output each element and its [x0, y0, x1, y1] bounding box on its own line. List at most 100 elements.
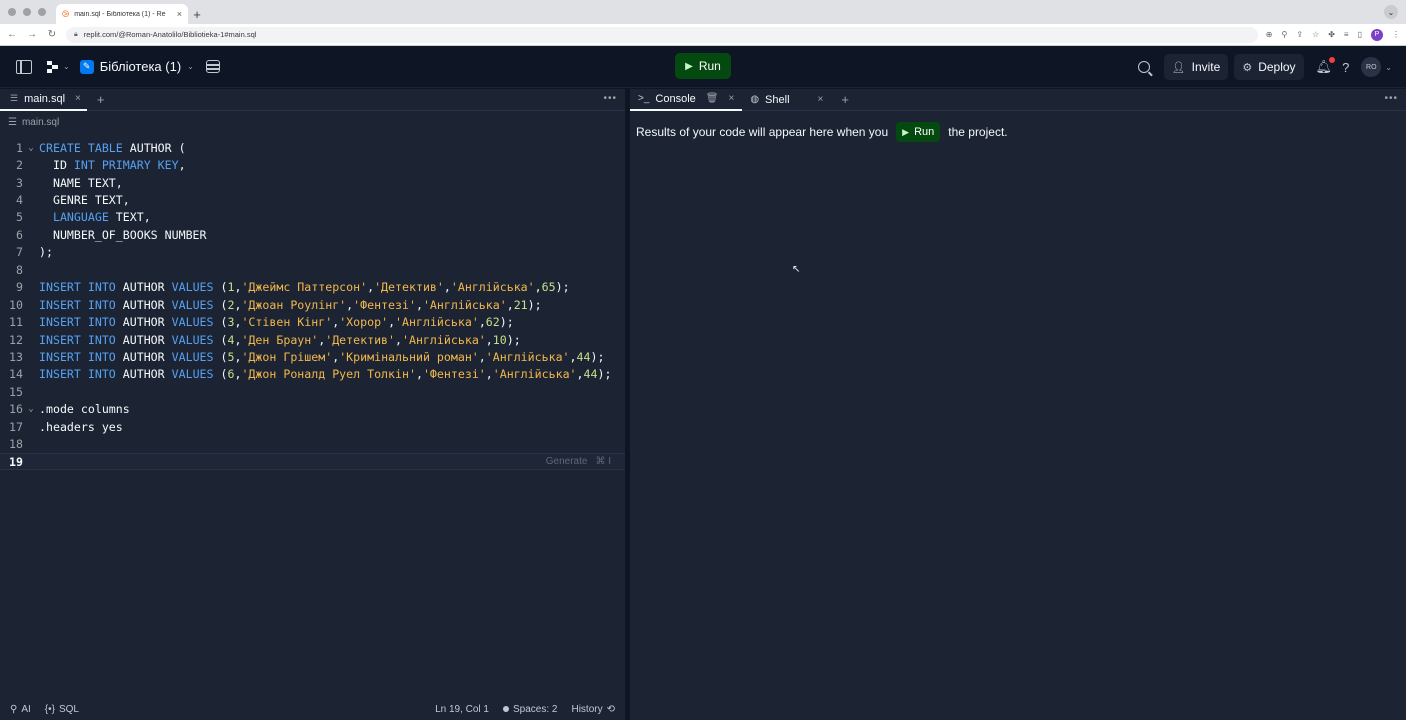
deploy-button[interactable]: ⚙ Deploy [1234, 54, 1304, 80]
console-tab-bar: >_ Console 🗑︎ × ◍ Shell × + ••• [630, 89, 1406, 111]
code-line[interactable]: 17 .headers yes [0, 418, 625, 435]
code-editor[interactable]: 1 ⌄ CREATE TABLE AUTHOR (2 ID INT PRIMARY … [0, 139, 625, 471]
close-tab-icon[interactable]: × [728, 93, 734, 104]
code-line[interactable]: 16 ⌄ .mode columns [0, 401, 625, 418]
code-token: VALUES [171, 297, 214, 312]
project-name-button[interactable]: ✎ Бібліотека (1) ⌄ [79, 59, 194, 74]
ai-button[interactable]: ⚲ AI [10, 704, 31, 715]
line-number: 9 [16, 280, 23, 295]
indent-setting[interactable]: Spaces: 2 [503, 704, 557, 715]
new-tab-button[interactable]: + [188, 4, 206, 24]
breadcrumb: ☰ main.sql [0, 111, 625, 133]
close-tab-icon[interactable]: × [177, 9, 182, 19]
zoom-icon[interactable]: ⚲ [1281, 30, 1287, 39]
forward-icon[interactable]: → [26, 29, 38, 40]
close-window-dot[interactable] [8, 8, 16, 16]
file-icon: ☰ [10, 93, 19, 103]
code-text: INSERT INTO AUTHOR VALUES (5,'Джон Гріше… [39, 350, 604, 364]
code-line[interactable]: 3 NAME TEXT, [0, 174, 625, 191]
code-token: AUTHOR [115, 280, 172, 295]
code-token: 'Детектив' [374, 280, 444, 295]
code-line[interactable]: 13 INSERT INTO AUTHOR VALUES (5,'Джон Грі… [0, 348, 625, 365]
chevron-down-icon: ⌄ [187, 62, 194, 71]
code-line[interactable]: 12 INSERT INTO AUTHOR VALUES (4,'Ден Брау… [0, 331, 625, 348]
close-tab-icon[interactable]: × [818, 94, 824, 105]
browser-tab[interactable]: ⧁ main.sql - Бібліотека (1) - Re × [56, 4, 188, 24]
editor-tab-bar: ☰ main.sql × + ••• [0, 89, 625, 111]
back-icon[interactable]: ← [6, 29, 18, 40]
fold-chevron-icon[interactable]: ⌄ [23, 143, 39, 153]
close-tab-icon[interactable]: × [75, 93, 81, 104]
window-controls [6, 0, 56, 24]
code-token: 'Англійська' [450, 280, 535, 295]
notifications-bell-icon[interactable]: 🔔︎ [1316, 57, 1336, 75]
line-number: 19 [9, 454, 23, 469]
code-line[interactable]: 5 LANGUAGE TEXT, [0, 209, 625, 226]
code-line[interactable]: 19 Generate ⌘ I [0, 452, 625, 471]
generate-hint[interactable]: Generate ⌘ I [546, 456, 611, 467]
code-line[interactable]: 9 INSERT INTO AUTHOR VALUES (1,'Джеймс Па… [0, 279, 625, 296]
share-icon[interactable]: ⇪ [1296, 30, 1303, 39]
code-line[interactable]: 11 INSERT INTO AUTHOR VALUES (3,'Стівен К… [0, 313, 625, 330]
code-token: AUTHOR ( [122, 140, 186, 155]
fold-chevron-icon[interactable]: ⌄ [23, 404, 39, 414]
reload-icon[interactable]: ↻ [46, 29, 58, 40]
reading-list-icon[interactable]: ≡ [1344, 30, 1349, 39]
code-text: INSERT INTO AUTHOR VALUES (1,'Джеймс Пат… [39, 280, 570, 294]
replit-menu-button[interactable]: ⌄ [46, 60, 70, 74]
history-icon: ⟲ [606, 703, 615, 715]
help-icon[interactable]: ? [1342, 60, 1349, 75]
shell-icon: ◍ [750, 94, 760, 105]
tab-console[interactable]: >_ Console 🗑︎ × [630, 89, 743, 111]
tab-shell[interactable]: ◍ Shell × [742, 89, 831, 111]
code-line[interactable]: 14 INSERT INTO AUTHOR VALUES (6,'Джон Рон… [0, 366, 625, 383]
code-line[interactable]: 6 NUMBER_OF_BOOKS NUMBER [0, 226, 625, 243]
code-line[interactable]: 1 ⌄ CREATE TABLE AUTHOR ( [0, 139, 625, 156]
add-tab-button[interactable]: + [841, 92, 849, 107]
code-token: , [534, 280, 542, 295]
maximize-window-dot[interactable] [38, 8, 46, 16]
code-token: 'Англійська' [422, 297, 507, 312]
more-options-icon[interactable]: ••• [1384, 93, 1398, 104]
code-token: , [506, 297, 514, 312]
code-line[interactable]: 10 INSERT INTO AUTHOR VALUES (2,'Джоан Ро… [0, 296, 625, 313]
more-options-icon[interactable]: ••• [603, 93, 617, 104]
code-token: , [569, 349, 577, 364]
code-line[interactable]: 7); [0, 244, 625, 261]
extensions-icon[interactable]: ✤ [1328, 30, 1335, 39]
search-icon[interactable] [1137, 61, 1150, 73]
code-text: NUMBER_OF_BOOKS NUMBER [39, 228, 207, 242]
code-token: .mode columns [39, 402, 130, 417]
invite-button[interactable]: 👤︎ Invite [1163, 54, 1229, 80]
run-button[interactable]: ▶ Run [675, 53, 731, 79]
user-avatar[interactable]: RO [1361, 57, 1382, 77]
code-line[interactable]: 2 ID INT PRIMARY KEY, [0, 156, 625, 173]
language-button[interactable]: {•} SQL [45, 704, 79, 715]
browser-menu-icon[interactable]: ⋮ [1392, 30, 1400, 39]
code-line[interactable]: 15 [0, 383, 625, 400]
address-bar-row: ← → ↻ 🔒︎ replit.com/@Roman-Anatolilo/Bib… [0, 24, 1406, 46]
tab-main-sql[interactable]: ☰ main.sql × [0, 89, 87, 111]
clear-console-icon[interactable]: 🗑︎ [706, 93, 719, 104]
browser-profile-avatar[interactable]: P [1371, 28, 1383, 41]
code-line[interactable]: 8 [0, 261, 625, 278]
add-tab-button[interactable]: + [97, 92, 105, 107]
code-line[interactable]: 18 [0, 435, 625, 452]
code-line[interactable]: 4 GENRE TEXT, [0, 191, 625, 208]
install-icon[interactable]: ⊕ [1266, 30, 1273, 39]
code-token: 'Джон Грішем' [241, 349, 333, 364]
url-field[interactable]: 🔒︎ replit.com/@Roman-Anatolilo/Bibliotie… [66, 26, 1258, 43]
cursor-position[interactable]: Ln 19, Col 1 [435, 704, 489, 715]
minimize-window-dot[interactable] [23, 8, 31, 16]
sidebar-toggle-icon[interactable] [16, 59, 32, 74]
breadcrumb-file[interactable]: main.sql [22, 117, 59, 128]
bookmark-star-icon[interactable]: ☆ [1312, 30, 1319, 39]
play-icon: ▶ [902, 126, 910, 137]
code-token: , [478, 349, 486, 364]
side-panel-icon[interactable]: ▯ [1358, 30, 1362, 39]
history-button[interactable]: History ⟲ [571, 704, 615, 715]
database-icon[interactable] [205, 60, 220, 73]
line-number: 13 [9, 349, 23, 364]
chevron-down-icon[interactable]: ⌄ [1385, 63, 1392, 72]
tab-search-icon[interactable]: ⌄ [1384, 5, 1398, 19]
